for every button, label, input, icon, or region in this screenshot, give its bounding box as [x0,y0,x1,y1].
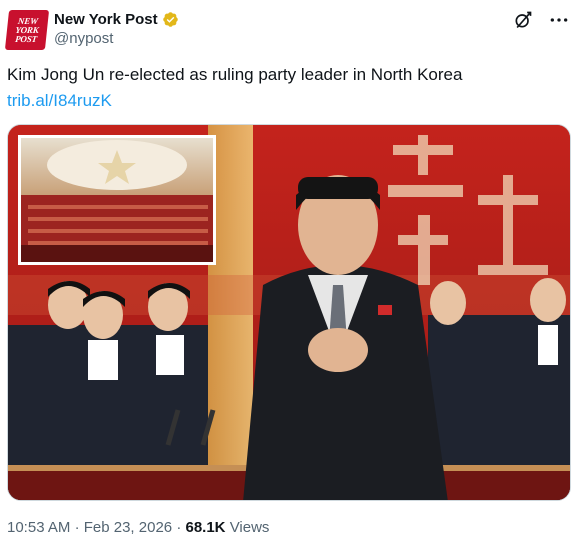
author-block: New York Post @nypost [54,10,179,49]
tweet-body: Kim Jong Un re-elected as ruling party l… [7,65,463,84]
author-name-row[interactable]: New York Post [54,10,179,29]
avatar[interactable]: NEW YORK POST [4,10,50,50]
tweet-media-photo[interactable] [7,124,571,501]
tweet-text: Kim Jong Un re-elected as ruling party l… [7,62,567,114]
views-count[interactable]: 68.1K [185,519,225,536]
tweet-link[interactable]: trib.al/I84ruzK [7,91,112,110]
display-name[interactable]: New York Post [54,10,158,29]
views-label: Views [229,519,270,536]
tweet-meta: 10:53 AM · Feb 23, 2026 · 68.1K Views [7,518,269,538]
handle[interactable]: @nypost [54,29,179,49]
meta-separator: · [74,519,80,536]
grok-icon[interactable] [512,9,534,31]
photo-illustration [8,125,570,500]
tweet-header: NEW YORK POST New York Post @nypost [4,9,570,53]
meta-separator-2: · [176,519,182,536]
avatar-line-3: POST [14,33,38,44]
more-options-icon[interactable] [548,9,570,31]
tweet-time[interactable]: 10:53 AM [7,519,70,536]
verified-badge-icon [162,12,178,27]
tweet-date[interactable]: Feb 23, 2026 [84,519,172,536]
top-actions [512,9,570,31]
